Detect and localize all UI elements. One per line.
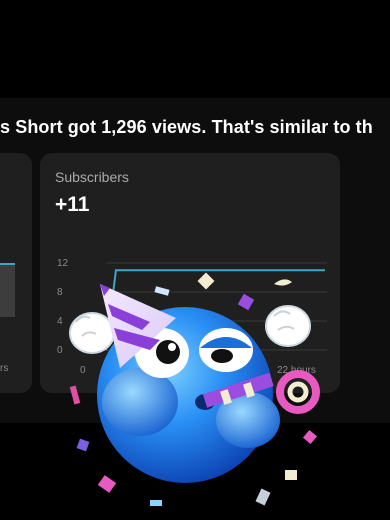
screen: s Short got 1,296 views. That's similar … (0, 0, 390, 520)
party-emoji-icon (69, 272, 320, 506)
